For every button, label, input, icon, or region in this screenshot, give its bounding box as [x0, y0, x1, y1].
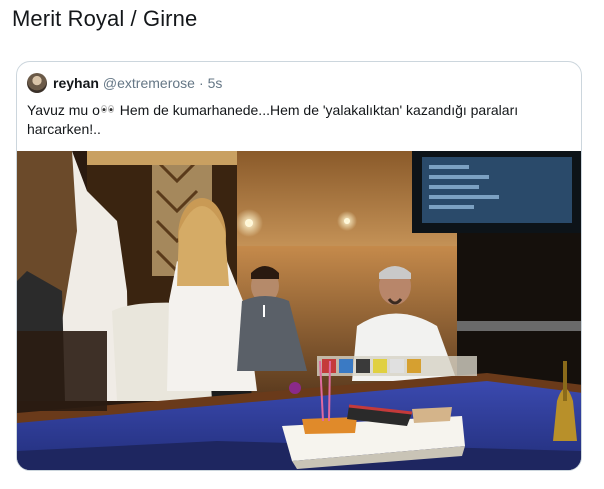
tweet-timestamp[interactable]: 5s — [208, 75, 223, 91]
tweet-author-header[interactable]: reyhan @extremerose · 5s — [27, 73, 222, 93]
author-display-name[interactable]: reyhan — [53, 75, 99, 91]
eyes-icon — [100, 102, 116, 116]
chip — [289, 382, 301, 394]
quoted-tweet-card[interactable]: reyhan @extremerose · 5s Yavuz mu o Hem … — [16, 61, 582, 471]
tweet-text: Yavuz mu o Hem de kumarhanede...Hem de '… — [27, 101, 575, 139]
tweet-photo[interactable] — [17, 151, 581, 470]
tweet-text-part1: Yavuz mu o — [27, 102, 100, 118]
chip-rack — [317, 356, 477, 376]
avatar[interactable] — [27, 73, 47, 93]
page-title: Merit Royal / Girne — [12, 6, 198, 31]
author-handle: @extremerose — [102, 75, 195, 91]
separator-dot: · — [198, 75, 204, 91]
casino-photo-illustration — [17, 151, 581, 470]
